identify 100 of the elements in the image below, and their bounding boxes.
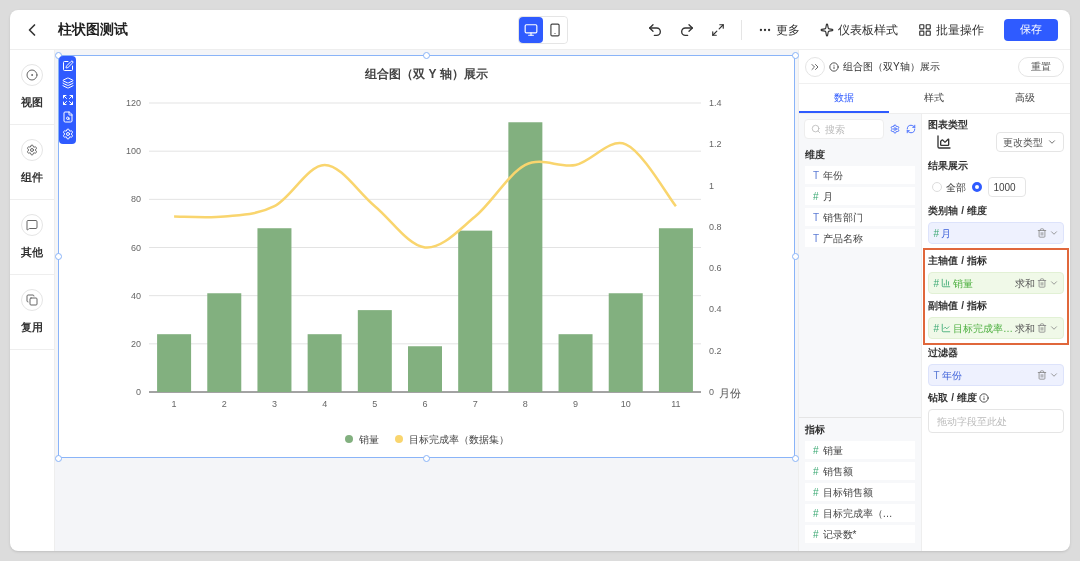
panel-tab[interactable]: 样式 [889, 84, 980, 113]
search-icon [811, 124, 821, 134]
resize-handle[interactable] [54, 454, 62, 462]
document-search-icon[interactable] [61, 111, 74, 123]
phone-icon [548, 23, 562, 37]
monitor-icon [524, 23, 538, 37]
axis-tick-label: 60 [131, 242, 141, 253]
field-item[interactable]: T 产品名称 [805, 229, 916, 247]
resize-handle[interactable] [791, 253, 799, 260]
caret-icon [1047, 137, 1057, 147]
axis-tick-label: 9 [573, 399, 579, 409]
radio-option[interactable]: 全部 [932, 179, 967, 195]
axis-tick-label: 120 [125, 98, 141, 108]
axis-tick-label: 10 [620, 399, 631, 409]
change-type-dropdown[interactable]: 更改类型 [996, 132, 1064, 152]
field-item[interactable]: # 记录数* [805, 525, 916, 543]
axis-tick-label: 6 [422, 399, 428, 409]
delete-icon[interactable] [1037, 370, 1047, 380]
delete-icon[interactable] [1037, 323, 1047, 333]
section-title: 结果展示 [928, 159, 970, 173]
field-chip[interactable]: # 销量 求和 [928, 272, 1064, 294]
rail-label: 组件 [21, 169, 43, 185]
settings-icon[interactable] [890, 124, 900, 134]
resize-handle[interactable] [791, 454, 799, 462]
chart-title: 组合图（双 Y 轴）展示 [365, 65, 488, 83]
bar [307, 334, 342, 392]
axis-tick-label: 0 [709, 387, 714, 397]
axis-tick-label: 4 [322, 399, 328, 409]
redo-icon[interactable] [679, 21, 695, 38]
axis-tick-label: 1 [171, 399, 177, 409]
field-item[interactable]: T 销售部门 [805, 208, 916, 226]
toolbar-button[interactable]: 更多 [758, 20, 800, 39]
axis-tick-label: 1.2 [709, 139, 722, 150]
field-item[interactable]: # 目标完成率（… [805, 504, 916, 522]
info-icon [829, 61, 839, 72]
field-item[interactable]: # 销售额 [805, 462, 916, 480]
edit-icon[interactable] [61, 60, 74, 72]
axis-tick-label: 2 [221, 399, 227, 409]
message-icon [26, 218, 38, 231]
fullscreen-icon[interactable] [711, 22, 725, 37]
panel-title: 组合图（双Y轴）展示 [843, 60, 940, 74]
field-chip[interactable]: # 月 [928, 222, 1064, 244]
radio-button[interactable] [972, 182, 983, 192]
panel-tab[interactable]: 高级 [979, 84, 1070, 113]
resize-handle[interactable] [423, 51, 430, 59]
axis-tick-label: 5 [372, 399, 378, 409]
search-placeholder: 搜索 [825, 122, 845, 137]
axis-tick-label: 80 [131, 194, 141, 205]
toolbar-button[interactable]: 批量操作 [918, 20, 984, 39]
target-icon [26, 68, 38, 81]
field-chip[interactable]: # 目标完成率… 求和 [928, 317, 1064, 339]
axis-tick-label: 100 [125, 146, 141, 157]
bar-chart-icon [941, 278, 951, 288]
chevron-down-icon[interactable] [1049, 278, 1059, 288]
resize-handle[interactable] [423, 454, 430, 462]
page-title: 柱状图测试 [58, 20, 128, 39]
axis-tick-label: 20 [131, 338, 141, 349]
chevron-down-icon[interactable] [1049, 323, 1059, 333]
sparkle-icon [820, 22, 834, 37]
chevron-down-icon[interactable] [1049, 228, 1059, 238]
axis-tick-label: 0.8 [709, 221, 722, 232]
layers-icon[interactable] [61, 77, 74, 89]
legend-label: 销量 [358, 432, 379, 447]
section-title: 图表类型 [928, 118, 970, 132]
rail-label: 复用 [21, 319, 43, 335]
group-title: 维度 [804, 148, 826, 162]
resize-handle[interactable] [54, 253, 62, 260]
chevron-down-icon[interactable] [1049, 370, 1059, 380]
bar [408, 346, 442, 392]
axis-title: 月份 [719, 387, 741, 399]
group-title: 指标 [804, 423, 826, 437]
axis-tick-label: 3 [271, 399, 277, 409]
refresh-icon[interactable] [906, 124, 916, 134]
rail-label: 其他 [21, 244, 43, 260]
field-item[interactable]: # 月 [805, 187, 916, 205]
axis-tick-label: 0.4 [709, 304, 722, 315]
field-chip[interactable]: T 年份 [928, 364, 1064, 386]
axis-tick-label: 11 [671, 399, 681, 409]
axis-tick-label: 0.6 [709, 263, 722, 274]
device-toggle[interactable] [519, 17, 543, 43]
bar [558, 334, 593, 392]
axis-tick-label: 1.4 [709, 98, 722, 108]
toolbar-button[interactable]: 仪表板样式 [820, 20, 898, 39]
axis-tick-label: 8 [522, 399, 528, 409]
field-item[interactable]: # 销量 [805, 441, 916, 459]
expand-icon[interactable] [61, 94, 74, 106]
delete-icon[interactable] [1037, 278, 1047, 288]
undo-icon[interactable] [647, 21, 663, 38]
field-item[interactable]: # 目标销售额 [805, 483, 916, 501]
axis-tick-label: 7 [472, 399, 478, 409]
resize-handle[interactable] [791, 51, 799, 59]
copy-icon [26, 293, 38, 306]
axis-tick-label: 1 [709, 180, 714, 191]
section-title: 钻取 / 维度 [928, 391, 977, 405]
save-button[interactable]: 保存 [1004, 18, 1058, 41]
delete-icon[interactable] [1037, 228, 1047, 238]
combo-chart-icon [936, 134, 953, 150]
limit-input[interactable]: 1000 [988, 177, 1027, 197]
rail-label: 视图 [21, 94, 43, 110]
field-item[interactable]: T 年份 [805, 166, 916, 184]
